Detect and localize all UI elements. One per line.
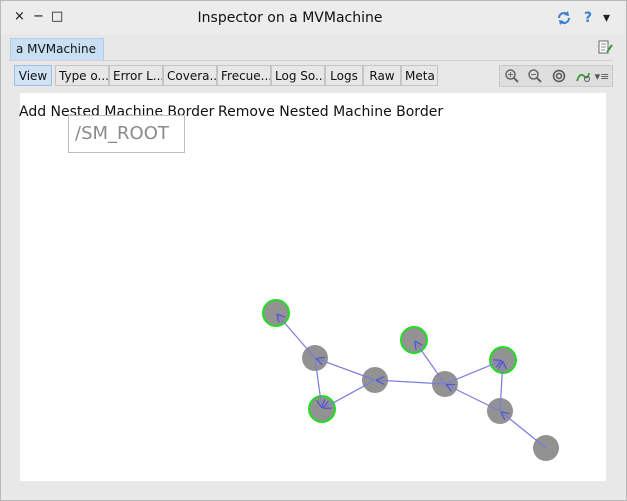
inspector-window: × − □ Inspector on a MVMachine ? ▾ a MVM… [0,0,627,501]
graph-edge [502,412,547,449]
remove-nested-machine-border-button[interactable]: Remove Nested Machine Border [218,103,443,121]
tab-log-source[interactable]: Log So... [271,65,325,86]
zoom-reset-icon[interactable] [550,68,568,86]
zoom-out-icon[interactable] [526,68,544,86]
root-state-label: /SM_ROOT [68,115,185,153]
graph-edge [277,315,316,359]
state-node-n3[interactable] [308,395,336,423]
tab-view[interactable]: View [14,65,52,86]
window-menu-icon[interactable]: ▾ [603,10,610,26]
tab-meta[interactable]: Meta [401,65,438,86]
graph-edge [317,359,376,381]
playground-icon[interactable] [574,68,592,86]
tab-logs[interactable]: Logs [325,65,363,86]
state-node-n1[interactable] [262,299,290,327]
window-title: Inspector on a MVMachine [197,10,383,26]
menu-icon[interactable]: ▾≡ [594,68,610,86]
state-node-n5[interactable] [400,326,428,354]
graph-edge [415,342,446,385]
object-tab[interactable]: a MVMachine [10,38,104,61]
zoom-in-icon[interactable] [503,68,521,86]
machine-view-canvas[interactable]: Add Nested Machine Border /SM_ROOT Remov… [19,93,606,481]
view-toolbar: ▾≡ [499,65,613,87]
tab-raw[interactable]: Raw [363,65,401,86]
graph-edge [447,385,501,412]
tab-frequency[interactable]: Frecue... [217,65,271,86]
graph-edge [324,379,376,408]
graph-edge [444,361,501,385]
refresh-icon[interactable] [556,10,572,30]
title-bar: × − □ Inspector on a MVMachine ? ▾ [1,1,626,34]
edit-code-icon[interactable] [597,39,613,59]
tab-coverage[interactable]: Covera... [163,65,217,86]
graph-nodes [262,299,559,461]
tab-error-log[interactable]: Error L... [109,65,163,86]
tab-type[interactable]: Type o... [55,65,109,86]
divider [9,60,613,61]
help-icon[interactable]: ? [584,10,592,26]
